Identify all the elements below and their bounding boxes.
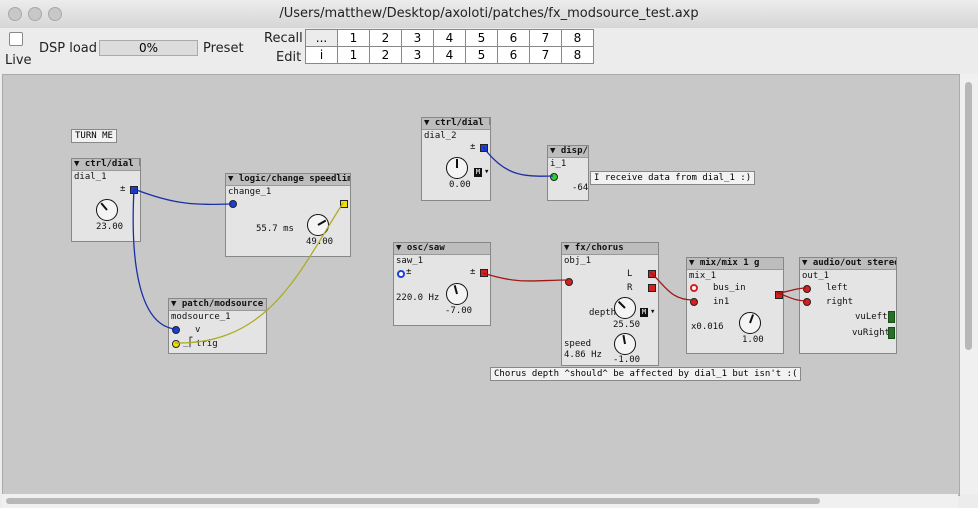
wire-mix-to-out-right[interactable] <box>776 292 807 302</box>
wire-saw-to-chorus[interactable] <box>482 272 569 282</box>
wire-change1-to-modsource-trig[interactable] <box>174 202 344 344</box>
wire-dial1-to-change1[interactable] <box>133 188 233 206</box>
wire-chorus-to-mix[interactable] <box>649 271 694 301</box>
wire-dial2-to-disp[interactable] <box>482 146 554 177</box>
patch-wires <box>132 146 807 344</box>
wire-dial1-to-modsource[interactable] <box>132 188 176 330</box>
wire-mix-to-out-left[interactable] <box>776 287 807 294</box>
